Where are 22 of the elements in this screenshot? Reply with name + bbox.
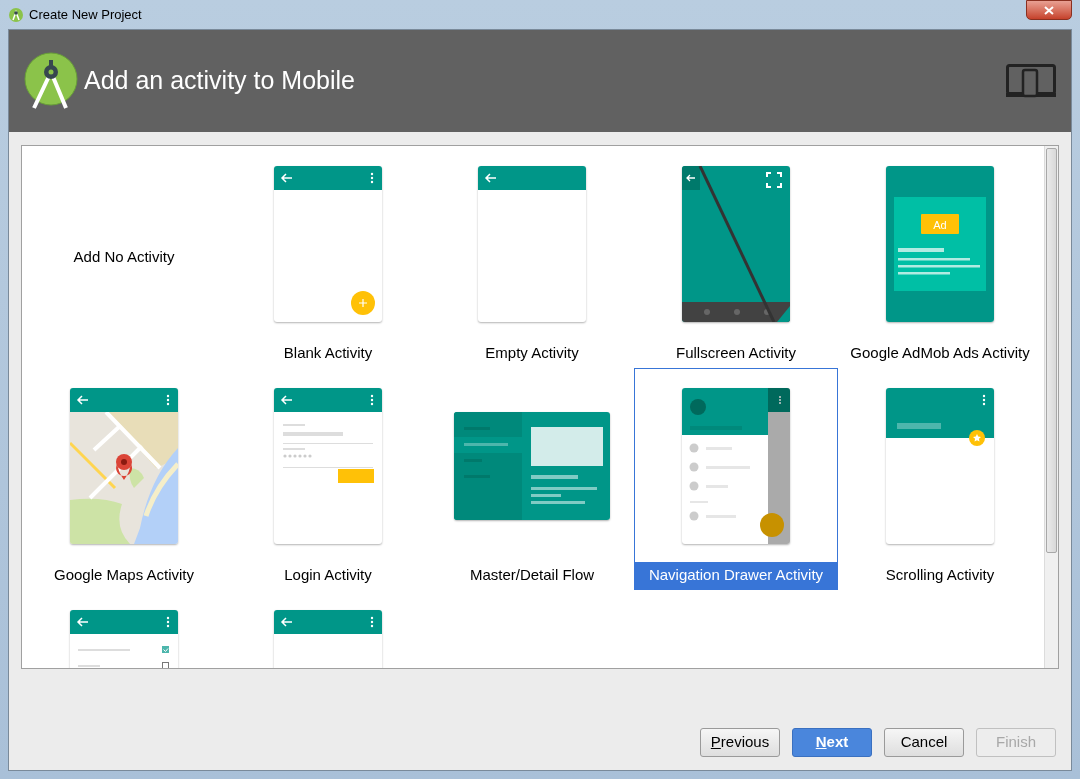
- activity-template-option[interactable]: Google Maps Activity: [22, 368, 226, 590]
- devices-icon: [1006, 64, 1056, 98]
- dialog-button[interactable]: Next: [792, 728, 872, 757]
- close-icon: [1044, 5, 1054, 15]
- activity-template-option[interactable]: Login Activity: [226, 368, 430, 590]
- activity-template-option[interactable]: Empty Activity: [430, 146, 634, 368]
- activity-template-option[interactable]: Blank Activity: [226, 146, 430, 368]
- header-title: Add an activity to Mobile: [84, 65, 356, 97]
- activity-template-option[interactable]: Scrolling Activity: [838, 368, 1042, 590]
- activity-template-option[interactable]: Navigation Drawer Activity: [634, 368, 838, 590]
- dialog-button[interactable]: Previous: [700, 728, 780, 757]
- window-title: Create New Project: [29, 5, 142, 24]
- close-button[interactable]: [1026, 0, 1072, 20]
- activity-template-option[interactable]: Master/Detail Flow: [430, 368, 634, 590]
- scrollbar[interactable]: [1044, 146, 1058, 668]
- activity-template-option[interactable]: Ad Google AdMob Ads Activity: [838, 146, 1042, 368]
- activity-template-option[interactable]: Add No Activity: [22, 146, 226, 368]
- compass-logo-icon: [24, 52, 78, 110]
- dialog-button[interactable]: Cancel: [884, 728, 964, 757]
- activity-template-option[interactable]: Fullscreen Activity: [634, 146, 838, 368]
- app-icon: [9, 7, 23, 22]
- template-preview-drawing: Ad: [886, 165, 994, 322]
